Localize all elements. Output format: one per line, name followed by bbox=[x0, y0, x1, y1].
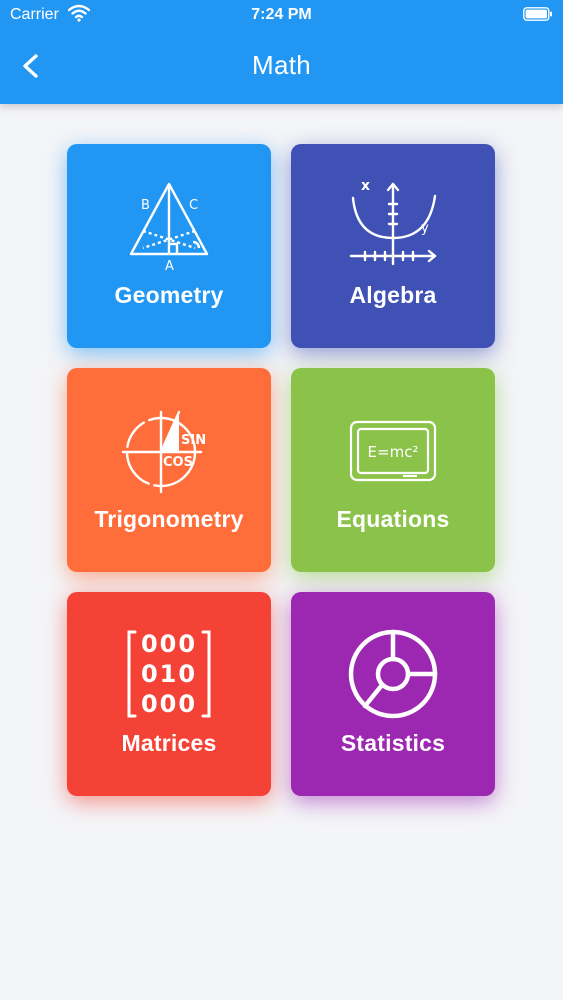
svg-text:E=mc²: E=mc² bbox=[368, 443, 419, 461]
tile-algebra[interactable]: x y Algebra bbox=[291, 144, 495, 348]
status-bar: Carrier 7:24 PM bbox=[0, 0, 563, 30]
status-time: 7:24 PM bbox=[251, 6, 312, 23]
battery-icon bbox=[523, 7, 552, 21]
unit-circle-icon: SIN COS bbox=[121, 410, 206, 494]
page-title: Math bbox=[251, 50, 311, 80]
svg-text:B: B bbox=[141, 198, 150, 213]
triangle-icon: B C A bbox=[129, 182, 209, 274]
tile-geometry[interactable]: B C A Geometry bbox=[67, 144, 271, 348]
chalkboard-icon: E=mc² bbox=[349, 420, 437, 482]
tile-trigonometry[interactable]: SIN COS Trigonometry bbox=[67, 368, 271, 572]
tile-label: Statistics bbox=[340, 730, 446, 756]
tile-equations[interactable]: E=mc² Equations bbox=[291, 368, 495, 572]
parabola-graph-icon: x y bbox=[349, 178, 437, 266]
svg-text:000: 000 bbox=[141, 630, 197, 658]
nav-bar: Math bbox=[0, 30, 563, 104]
svg-text:A: A bbox=[165, 259, 174, 274]
tile-label: Trigonometry bbox=[94, 506, 244, 532]
pie-chart-icon bbox=[348, 629, 438, 719]
app-header: Carrier 7:24 PM Math bbox=[0, 0, 563, 104]
svg-text:010: 010 bbox=[141, 660, 197, 688]
tile-label: Matrices bbox=[121, 730, 217, 756]
tile-statistics[interactable]: Statistics bbox=[291, 592, 495, 796]
svg-text:y: y bbox=[421, 221, 429, 236]
svg-text:000: 000 bbox=[141, 690, 197, 718]
svg-text:SIN: SIN bbox=[181, 433, 206, 448]
svg-text:COS: COS bbox=[163, 455, 193, 470]
tile-label: Equations bbox=[336, 506, 450, 532]
tile-matrices[interactable]: 000 010 000 Matrices bbox=[67, 592, 271, 796]
tile-label: Geometry bbox=[114, 282, 224, 308]
tile-label: Algebra bbox=[349, 282, 437, 308]
svg-text:C: C bbox=[189, 198, 198, 213]
svg-text:x: x bbox=[361, 178, 370, 194]
matrix-icon: 000 010 000 bbox=[127, 630, 211, 718]
